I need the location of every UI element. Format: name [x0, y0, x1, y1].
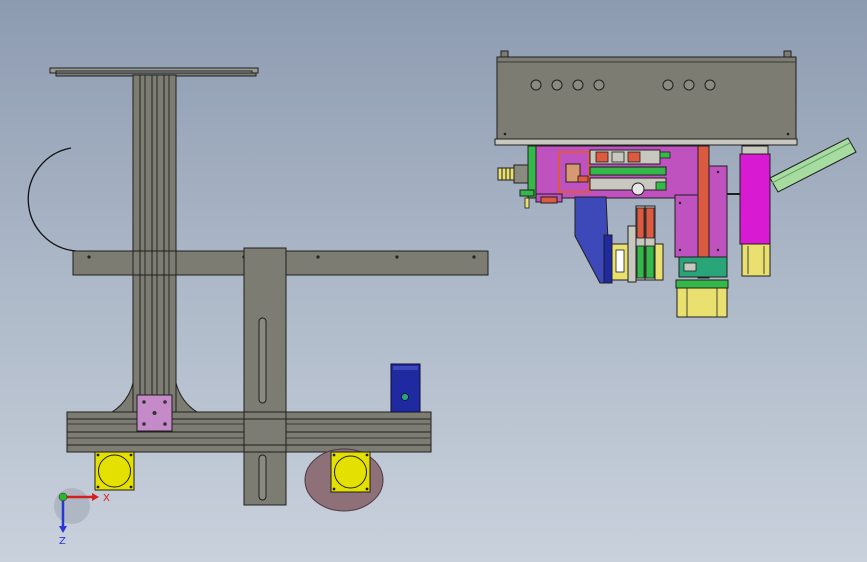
left-motor — [94, 451, 135, 491]
column-gusset-left — [110, 382, 134, 413]
right-head-assembly[interactable] — [494, 50, 857, 318]
arc-guard — [27, 147, 77, 252]
view-triad[interactable]: X Z — [54, 488, 110, 547]
left-frame-assembly[interactable] — [27, 67, 489, 512]
gripper-fingers — [611, 205, 664, 283]
blue-sensor-block — [390, 363, 421, 413]
top-hook-rail — [49, 67, 259, 74]
triad-x-label: X — [103, 493, 110, 504]
left-nozzle — [497, 164, 529, 184]
right-magenta-block — [674, 194, 699, 258]
triad-shadow — [54, 488, 90, 524]
vertical-column — [132, 74, 177, 416]
cad-viewport[interactable]: X Z — [0, 0, 867, 562]
cad-drawing[interactable]: X Z — [0, 0, 867, 562]
triad-y-axis — [58, 492, 68, 502]
right-motor — [330, 451, 371, 493]
triad-z-label: Z — [59, 536, 66, 547]
column-gusset-right — [175, 382, 199, 413]
magenta-cylinder — [739, 153, 771, 245]
control-box — [494, 50, 798, 146]
